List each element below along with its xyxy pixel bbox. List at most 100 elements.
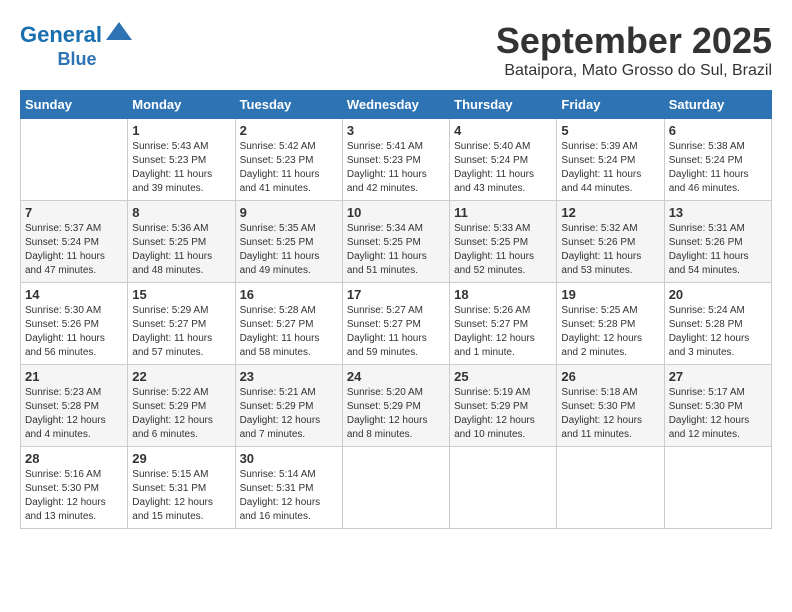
calendar-cell: 22 Sunrise: 5:22 AMSunset: 5:29 PMDayligh… <box>128 365 235 447</box>
week-row-3: 14Sunrise: 5:30 AMSunset: 5:26 PMDayligh… <box>21 283 772 365</box>
calendar-cell: 3Sunrise: 5:41 AMSunset: 5:23 PMDaylight… <box>342 119 449 201</box>
calendar-cell: 16 Sunrise: 5:28 AMSunset: 5:27 PMDayligh… <box>235 283 342 365</box>
day-number: 22 <box>132 369 230 384</box>
calendar-cell: 6 Sunrise: 5:38 AMSunset: 5:24 PMDaylight… <box>664 119 771 201</box>
day-info: Sunrise: 5:26 AMSunset: 5:27 PMDaylight:… <box>454 304 552 360</box>
day-number: 9 <box>240 205 338 220</box>
calendar-cell: 28Sunrise: 5:16 AMSunset: 5:30 PMDayligh… <box>21 447 128 529</box>
day-info: Sunrise: 5:19 AMSunset: 5:29 PMDaylight:… <box>454 386 552 442</box>
day-info: Sunrise: 5:14 AMSunset: 5:31 PMDaylight:… <box>240 468 338 524</box>
day-info: Sunrise: 5:24 AMSunset: 5:28 PMDaylight:… <box>669 304 767 360</box>
day-info: Sunrise: 5:30 AMSunset: 5:26 PMDaylight:… <box>25 304 123 360</box>
day-info: Sunrise: 5:32 AMSunset: 5:26 PMDaylight:… <box>561 222 659 278</box>
day-number: 1 <box>132 123 230 138</box>
calendar-cell <box>21 119 128 201</box>
day-info: Sunrise: 5:38 AMSunset: 5:24 PMDaylight:… <box>669 140 767 196</box>
weekday-header-thursday: Thursday <box>450 91 557 119</box>
calendar-cell: 15Sunrise: 5:29 AMSunset: 5:27 PMDayligh… <box>128 283 235 365</box>
day-info: Sunrise: 5:22 AMSunset: 5:29 PMDaylight:… <box>132 386 230 442</box>
day-info: Sunrise: 5:37 AMSunset: 5:24 PMDaylight:… <box>25 222 123 278</box>
day-info: Sunrise: 5:43 AMSunset: 5:23 PMDaylight:… <box>132 140 230 196</box>
page-header: General Blue September 2025 Bataipora, M… <box>20 20 772 80</box>
day-info: Sunrise: 5:42 AMSunset: 5:23 PMDaylight:… <box>240 140 338 196</box>
calendar-cell: 11 Sunrise: 5:33 AMSunset: 5:25 PMDayligh… <box>450 201 557 283</box>
calendar-cell: 25 Sunrise: 5:19 AMSunset: 5:29 PMDayligh… <box>450 365 557 447</box>
weekday-header-tuesday: Tuesday <box>235 91 342 119</box>
day-info: Sunrise: 5:39 AMSunset: 5:24 PMDaylight:… <box>561 140 659 196</box>
calendar-cell: 9Sunrise: 5:35 AMSunset: 5:25 PMDaylight… <box>235 201 342 283</box>
weekday-header-row: SundayMondayTuesdayWednesdayThursdayFrid… <box>21 91 772 119</box>
day-info: Sunrise: 5:23 AMSunset: 5:28 PMDaylight:… <box>25 386 123 442</box>
day-info: Sunrise: 5:20 AMSunset: 5:29 PMDaylight:… <box>347 386 445 442</box>
day-info: Sunrise: 5:21 AMSunset: 5:29 PMDaylight:… <box>240 386 338 442</box>
calendar-cell: 12Sunrise: 5:32 AMSunset: 5:26 PMDayligh… <box>557 201 664 283</box>
weekday-header-wednesday: Wednesday <box>342 91 449 119</box>
day-number: 17 <box>347 287 445 302</box>
calendar-cell: 29Sunrise: 5:15 AMSunset: 5:31 PMDayligh… <box>128 447 235 529</box>
day-info: Sunrise: 5:41 AMSunset: 5:23 PMDaylight:… <box>347 140 445 196</box>
calendar-cell: 21 Sunrise: 5:23 AMSunset: 5:28 PMDayligh… <box>21 365 128 447</box>
day-info: Sunrise: 5:18 AMSunset: 5:30 PMDaylight:… <box>561 386 659 442</box>
calendar-cell: 19 Sunrise: 5:25 AMSunset: 5:28 PMDayligh… <box>557 283 664 365</box>
day-number: 30 <box>240 451 338 466</box>
calendar-cell: 14Sunrise: 5:30 AMSunset: 5:26 PMDayligh… <box>21 283 128 365</box>
day-number: 8 <box>132 205 230 220</box>
day-number: 4 <box>454 123 552 138</box>
day-number: 26 <box>561 369 659 384</box>
calendar-cell: 1 Sunrise: 5:43 AMSunset: 5:23 PMDaylight… <box>128 119 235 201</box>
day-info: Sunrise: 5:17 AMSunset: 5:30 PMDaylight:… <box>669 386 767 442</box>
calendar-cell: 7 Sunrise: 5:37 AMSunset: 5:24 PMDaylight… <box>21 201 128 283</box>
calendar-cell: 18 Sunrise: 5:26 AMSunset: 5:27 PMDayligh… <box>450 283 557 365</box>
day-number: 11 <box>454 205 552 220</box>
logo-icon <box>104 20 134 50</box>
day-info: Sunrise: 5:28 AMSunset: 5:27 PMDaylight:… <box>240 304 338 360</box>
day-number: 23 <box>240 369 338 384</box>
calendar-cell: 2 Sunrise: 5:42 AMSunset: 5:23 PMDaylight… <box>235 119 342 201</box>
day-info: Sunrise: 5:34 AMSunset: 5:25 PMDaylight:… <box>347 222 445 278</box>
day-number: 6 <box>669 123 767 138</box>
calendar-cell: 30 Sunrise: 5:14 AMSunset: 5:31 PMDayligh… <box>235 447 342 529</box>
day-info: Sunrise: 5:29 AMSunset: 5:27 PMDaylight:… <box>132 304 230 360</box>
day-number: 24 <box>347 369 445 384</box>
weekday-header-sunday: Sunday <box>21 91 128 119</box>
day-number: 7 <box>25 205 123 220</box>
weekday-header-friday: Friday <box>557 91 664 119</box>
day-info: Sunrise: 5:40 AMSunset: 5:24 PMDaylight:… <box>454 140 552 196</box>
day-info: Sunrise: 5:31 AMSunset: 5:26 PMDaylight:… <box>669 222 767 278</box>
calendar-cell <box>342 447 449 529</box>
day-number: 16 <box>240 287 338 302</box>
week-row-1: 1 Sunrise: 5:43 AMSunset: 5:23 PMDaylight… <box>21 119 772 201</box>
weekday-header-monday: Monday <box>128 91 235 119</box>
day-number: 18 <box>454 287 552 302</box>
logo-blue: Blue <box>57 49 96 69</box>
calendar-cell: 10Sunrise: 5:34 AMSunset: 5:25 PMDayligh… <box>342 201 449 283</box>
day-number: 21 <box>25 369 123 384</box>
calendar-cell: 8 Sunrise: 5:36 AMSunset: 5:25 PMDaylight… <box>128 201 235 283</box>
day-number: 27 <box>669 369 767 384</box>
calendar-cell: 26 Sunrise: 5:18 AMSunset: 5:30 PMDayligh… <box>557 365 664 447</box>
day-number: 20 <box>669 287 767 302</box>
calendar-table: SundayMondayTuesdayWednesdayThursdayFrid… <box>20 90 772 529</box>
calendar-cell: 20 Sunrise: 5:24 AMSunset: 5:28 PMDayligh… <box>664 283 771 365</box>
calendar-cell: 27 Sunrise: 5:17 AMSunset: 5:30 PMDayligh… <box>664 365 771 447</box>
calendar-cell: 13 Sunrise: 5:31 AMSunset: 5:26 PMDayligh… <box>664 201 771 283</box>
day-number: 5 <box>561 123 659 138</box>
day-number: 25 <box>454 369 552 384</box>
day-info: Sunrise: 5:27 AMSunset: 5:27 PMDaylight:… <box>347 304 445 360</box>
weekday-header-saturday: Saturday <box>664 91 771 119</box>
day-number: 19 <box>561 287 659 302</box>
day-number: 2 <box>240 123 338 138</box>
location: Bataipora, Mato Grosso do Sul, Brazil <box>496 62 772 80</box>
day-info: Sunrise: 5:15 AMSunset: 5:31 PMDaylight:… <box>132 468 230 524</box>
calendar-cell: 24 Sunrise: 5:20 AMSunset: 5:29 PMDayligh… <box>342 365 449 447</box>
logo: General Blue <box>20 20 134 70</box>
day-info: Sunrise: 5:36 AMSunset: 5:25 PMDaylight:… <box>132 222 230 278</box>
calendar-cell <box>557 447 664 529</box>
day-info: Sunrise: 5:25 AMSunset: 5:28 PMDaylight:… <box>561 304 659 360</box>
calendar-cell <box>450 447 557 529</box>
day-info: Sunrise: 5:33 AMSunset: 5:25 PMDaylight:… <box>454 222 552 278</box>
week-row-4: 21 Sunrise: 5:23 AMSunset: 5:28 PMDayligh… <box>21 365 772 447</box>
week-row-5: 28Sunrise: 5:16 AMSunset: 5:30 PMDayligh… <box>21 447 772 529</box>
month-title: September 2025 <box>496 20 772 62</box>
day-number: 13 <box>669 205 767 220</box>
